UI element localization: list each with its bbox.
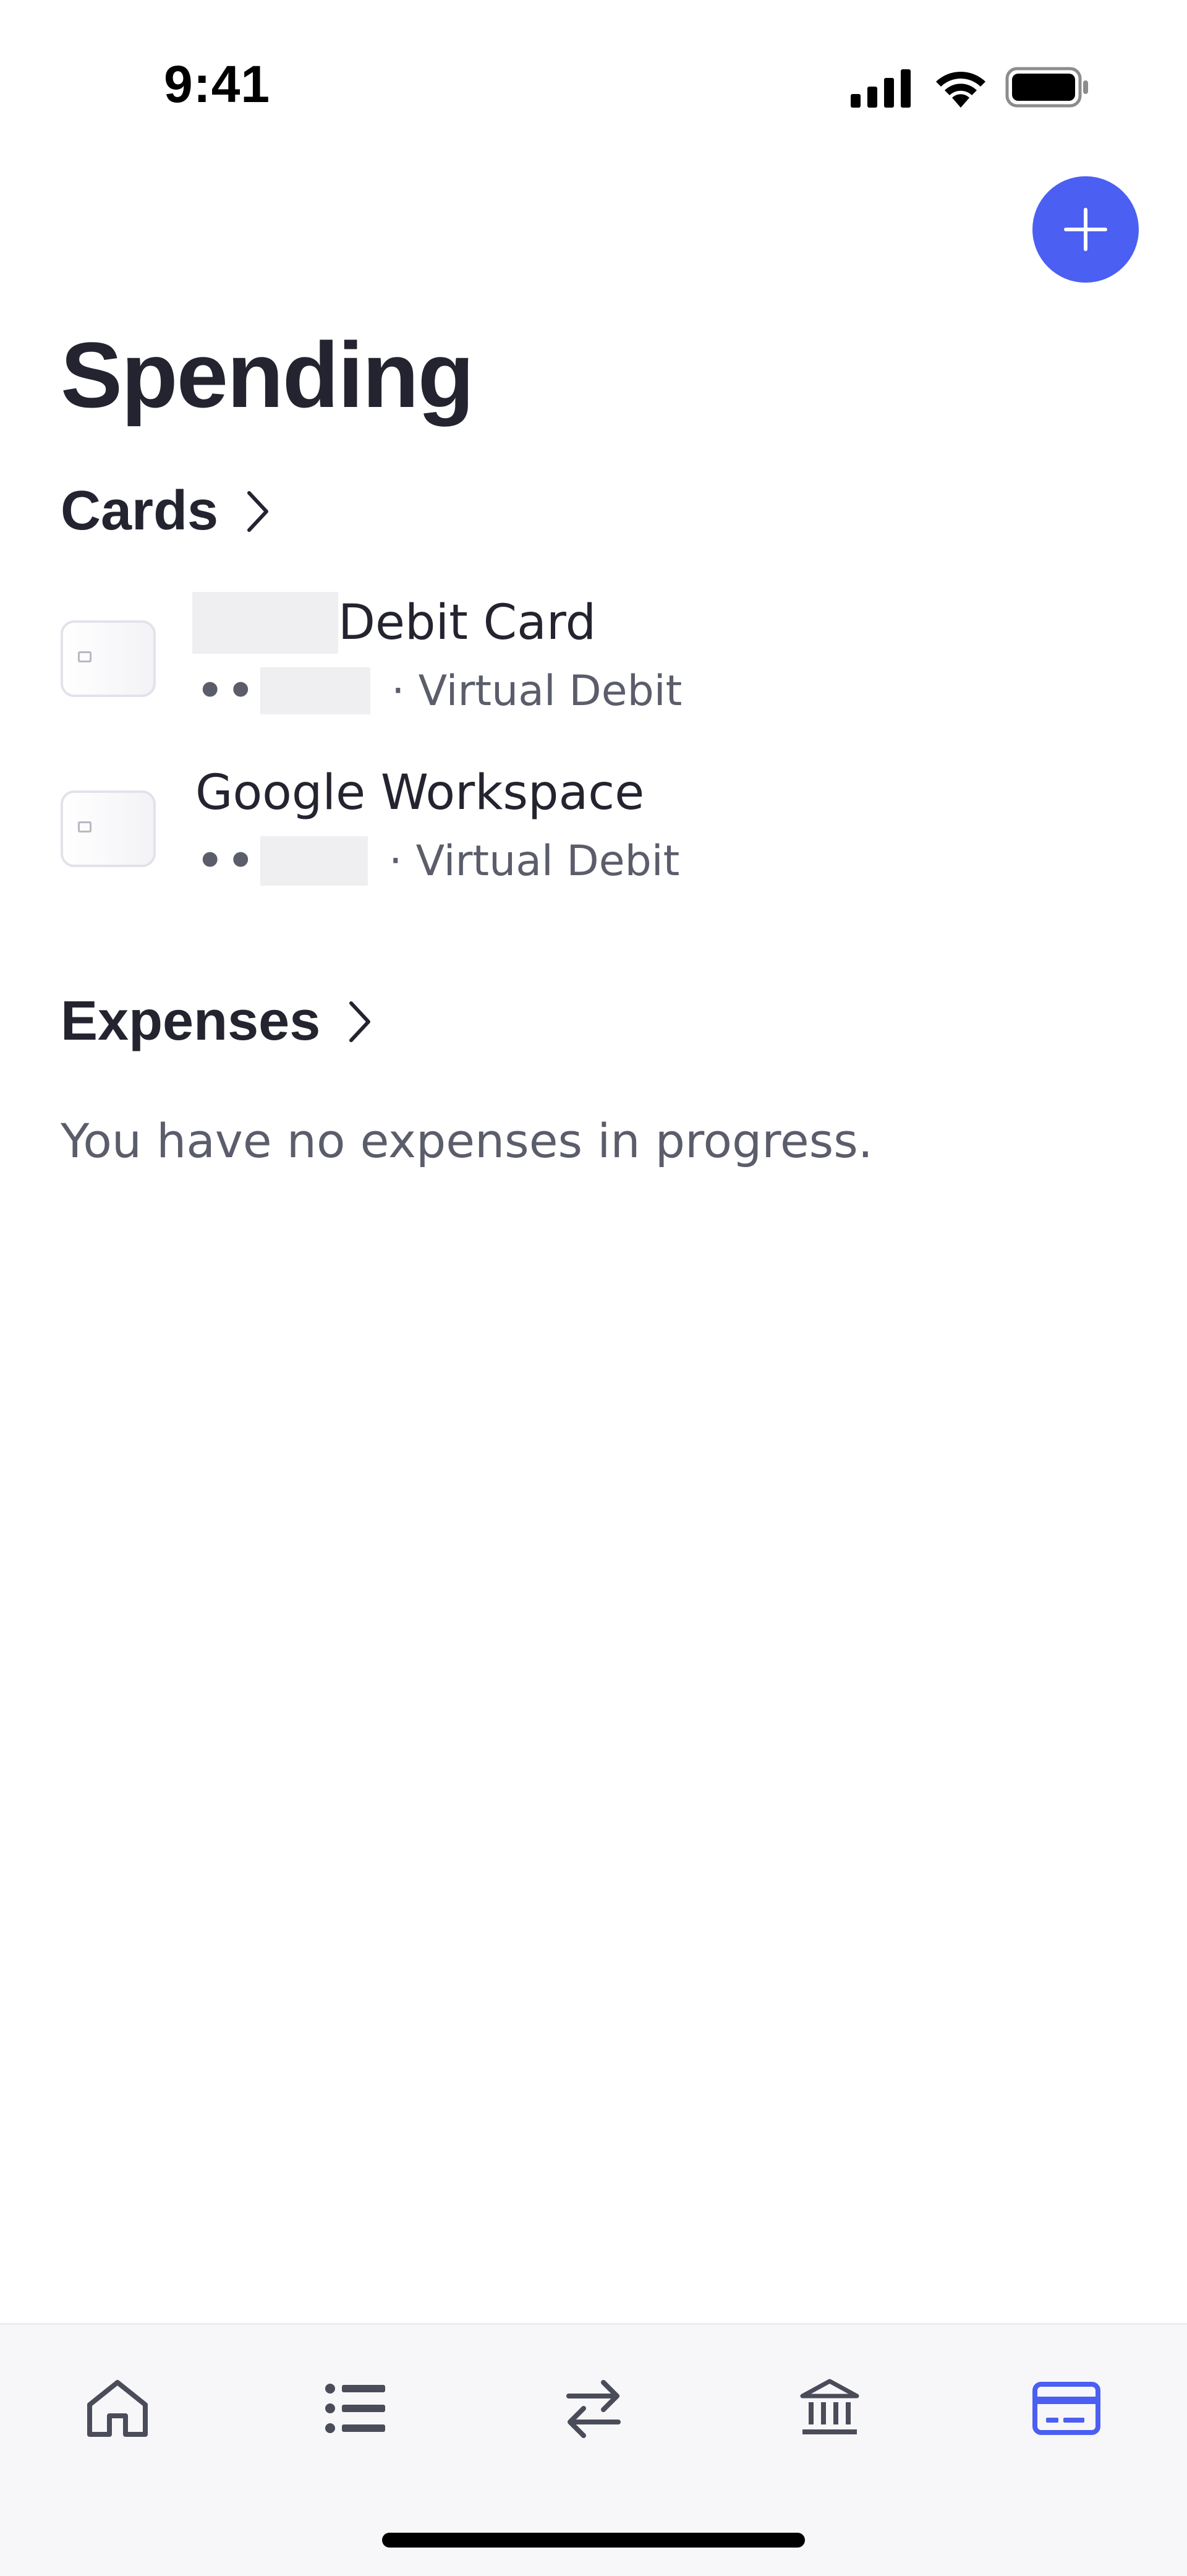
battery-icon xyxy=(1005,67,1088,108)
page-title: Spending xyxy=(61,323,474,427)
card-type: Virtual Debit xyxy=(418,666,683,716)
tab-home[interactable] xyxy=(68,2359,167,2458)
card-item-google-workspace[interactable]: Google Workspace •• · Virtual Debit xyxy=(61,761,1112,897)
status-time: 9:41 xyxy=(164,55,271,113)
redacted-block xyxy=(260,836,368,886)
cellular-signal-icon xyxy=(851,69,911,108)
home-indicator xyxy=(382,2533,805,2548)
tab-transfers[interactable] xyxy=(544,2359,643,2458)
separator-dot: · xyxy=(391,666,405,716)
expenses-section-link[interactable]: Expenses xyxy=(61,990,372,1053)
redacted-block xyxy=(192,592,338,654)
card-type: Virtual Debit xyxy=(415,836,680,886)
wifi-icon xyxy=(936,72,985,108)
card-number-dots: •• xyxy=(197,666,258,716)
card-number-dots: •• xyxy=(197,836,258,886)
add-button[interactable] xyxy=(1032,176,1139,283)
card-item-debit[interactable]: Debit Card •• · Virtual Debit xyxy=(61,591,1112,727)
redacted-block xyxy=(260,667,370,714)
status-bar: 9:41 xyxy=(0,0,1187,161)
bank-icon xyxy=(800,2379,859,2434)
expenses-empty-message: You have no expenses in progress. xyxy=(61,1113,873,1168)
transfer-icon xyxy=(566,2380,621,2438)
plus-icon xyxy=(1064,208,1107,251)
chevron-right-icon xyxy=(347,999,372,1044)
chevron-right-icon xyxy=(245,489,270,534)
tab-bar xyxy=(0,2323,1187,2576)
card-icon xyxy=(1032,2382,1100,2435)
card-name: Google Workspace xyxy=(195,765,645,821)
cards-section-title: Cards xyxy=(61,480,219,542)
separator-dot: · xyxy=(388,836,402,886)
expenses-section-title: Expenses xyxy=(61,990,321,1052)
card-chip-icon xyxy=(78,821,91,832)
card-chip-icon xyxy=(78,651,91,662)
list-icon xyxy=(325,2384,385,2433)
home-icon xyxy=(87,2380,148,2437)
card-thumbnail xyxy=(61,790,156,867)
tab-spending[interactable] xyxy=(1017,2359,1116,2458)
card-name: Debit Card xyxy=(338,595,597,651)
tab-activity[interactable] xyxy=(306,2359,405,2458)
cards-section-link[interactable]: Cards xyxy=(61,479,270,543)
tab-accounts[interactable] xyxy=(780,2359,879,2458)
card-thumbnail xyxy=(61,620,156,697)
